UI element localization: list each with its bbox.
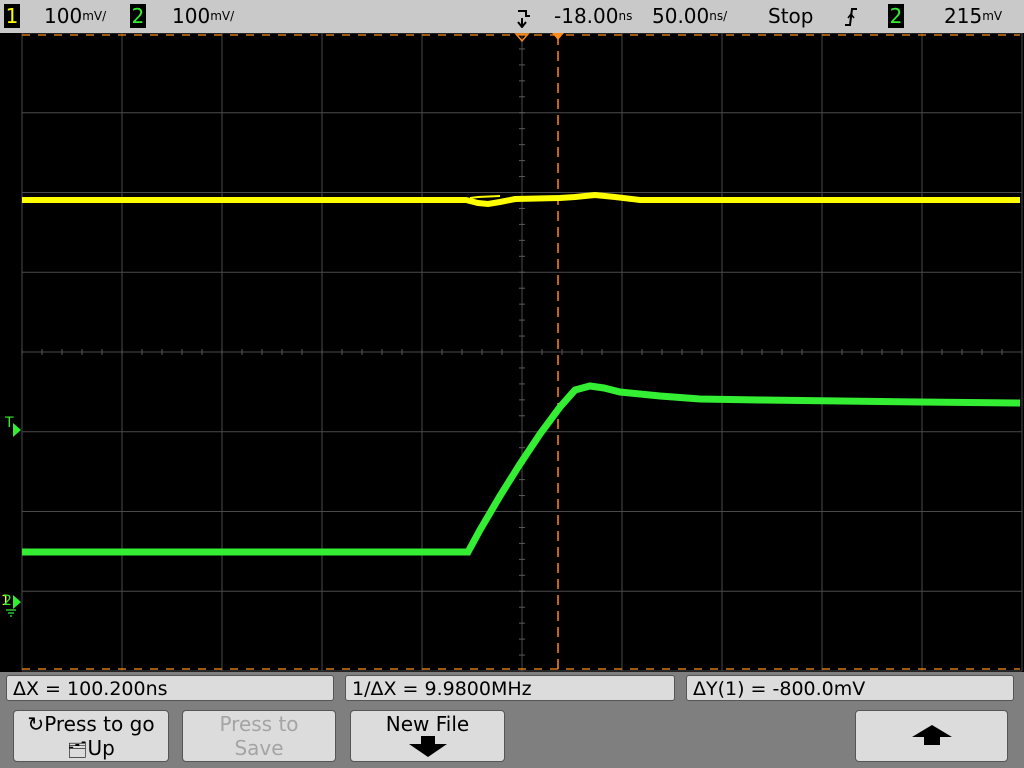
status-bar: 1 100mV/ 2 100mV/ -18.00ns 50.00ns/ Stop… xyxy=(0,0,1024,33)
press-to-go-up-button[interactable]: ↻Press to go 🗂Up xyxy=(13,710,169,762)
ch1-badge: 1 xyxy=(4,4,20,28)
ch1-indicator[interactable]: 1 xyxy=(4,4,20,28)
ch2-indicator[interactable]: 2 xyxy=(130,4,146,28)
press-to-save-button[interactable]: Press to Save xyxy=(182,710,336,762)
run-state: Stop xyxy=(768,4,814,28)
new-file-label: New File xyxy=(385,712,470,736)
time-scale-value: 50.00 xyxy=(652,4,710,28)
time-scale: 50.00ns/ xyxy=(652,4,727,28)
trigger-level: 215mV xyxy=(944,4,1002,28)
up-label: Up xyxy=(87,736,115,760)
softkey-panel: ΔX = 100.200ns 1/ΔX = 9.9800MHz ΔY(1) = … xyxy=(0,672,1024,768)
graticule xyxy=(21,33,1023,672)
ch2-scale-value: 100 xyxy=(172,4,211,28)
ch2-scale-unit: mV/ xyxy=(210,9,235,23)
delta-x-readout: ΔX = 100.200ns xyxy=(6,675,334,701)
save-label: Save xyxy=(234,736,284,760)
new-file-button[interactable]: New File xyxy=(350,710,505,762)
inverse-delta-x-readout: 1/ΔX = 9.9800MHz xyxy=(345,675,675,701)
ch1-trace-noise xyxy=(469,195,501,199)
ch1-scale-value: 100 xyxy=(44,4,83,28)
time-delay: -18.00ns xyxy=(554,4,632,28)
refresh-icon: ↻ xyxy=(27,712,45,736)
trigger-source: 2 xyxy=(888,4,904,28)
ch1-trace xyxy=(22,191,1020,208)
rising-edge-icon xyxy=(844,7,858,32)
press-to-save-label: Press to xyxy=(219,712,299,736)
delta-y-readout: ΔY(1) = -800.0mV xyxy=(686,675,1014,701)
waveform-display: T 1 2 xyxy=(1,33,1023,672)
trigger-level-value: 215 xyxy=(944,4,983,28)
ch1-scale: 100mV/ xyxy=(44,4,106,28)
down-arrow-icon xyxy=(351,736,504,763)
trigger-level-marker-label: T xyxy=(4,415,14,431)
trigger-source-badge: 2 xyxy=(888,4,904,28)
folder-up-icon: 🗂 xyxy=(67,740,88,759)
delay-reference-icon xyxy=(514,6,534,33)
ch2-badge: 2 xyxy=(130,4,146,28)
time-scale-unit: ns/ xyxy=(709,9,728,23)
press-to-go-label: Press to go xyxy=(44,712,155,736)
ch1-scale-unit: mV/ xyxy=(82,9,107,23)
time-delay-value: -18.00 xyxy=(554,4,619,28)
trigger-level-marker[interactable]: T xyxy=(4,415,21,437)
up-arrow-icon xyxy=(856,724,1007,751)
ch2-scale: 100mV/ xyxy=(172,4,234,28)
time-delay-unit: ns xyxy=(618,9,633,23)
ground-reference-marker[interactable]: 1 2 xyxy=(1,593,21,617)
ch2-ground-marker-label: 2 xyxy=(3,593,12,609)
up-arrow-button[interactable] xyxy=(855,710,1008,762)
trigger-level-unit: mV xyxy=(982,9,1003,23)
